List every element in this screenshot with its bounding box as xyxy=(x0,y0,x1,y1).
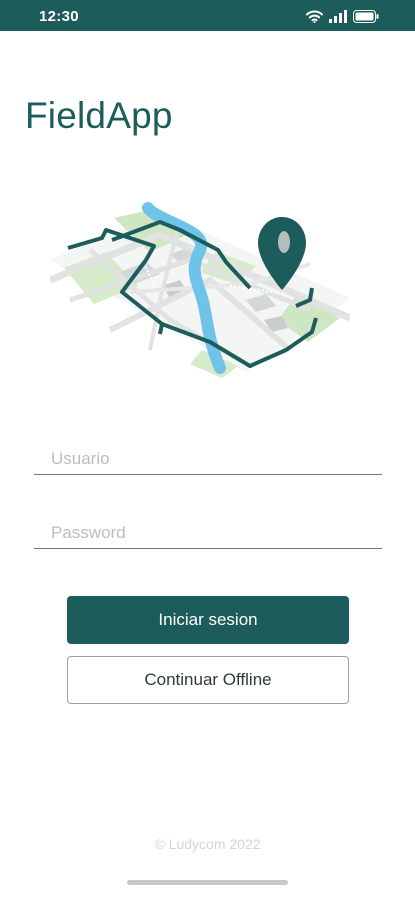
username-field[interactable] xyxy=(34,444,382,475)
copyright-footer: © Ludycom 2022 xyxy=(154,836,261,852)
continue-offline-button[interactable]: Continuar Offline xyxy=(67,656,349,704)
status-bar: 12:30 xyxy=(0,0,415,31)
app-title: FieldApp xyxy=(25,95,173,136)
signal-icon xyxy=(329,9,347,23)
home-indicator[interactable] xyxy=(127,880,288,885)
wifi-icon xyxy=(306,10,323,23)
password-input[interactable] xyxy=(34,518,382,548)
status-time: 12:30 xyxy=(39,8,79,25)
map-illustration xyxy=(48,200,352,385)
status-icons xyxy=(306,8,379,24)
password-field[interactable] xyxy=(34,518,382,549)
username-input[interactable] xyxy=(34,444,382,474)
battery-icon xyxy=(353,9,379,23)
login-button-label: Iniciar sesion xyxy=(158,610,258,629)
continue-offline-button-label: Continuar Offline xyxy=(144,670,272,689)
login-button[interactable]: Iniciar sesion xyxy=(67,596,349,644)
